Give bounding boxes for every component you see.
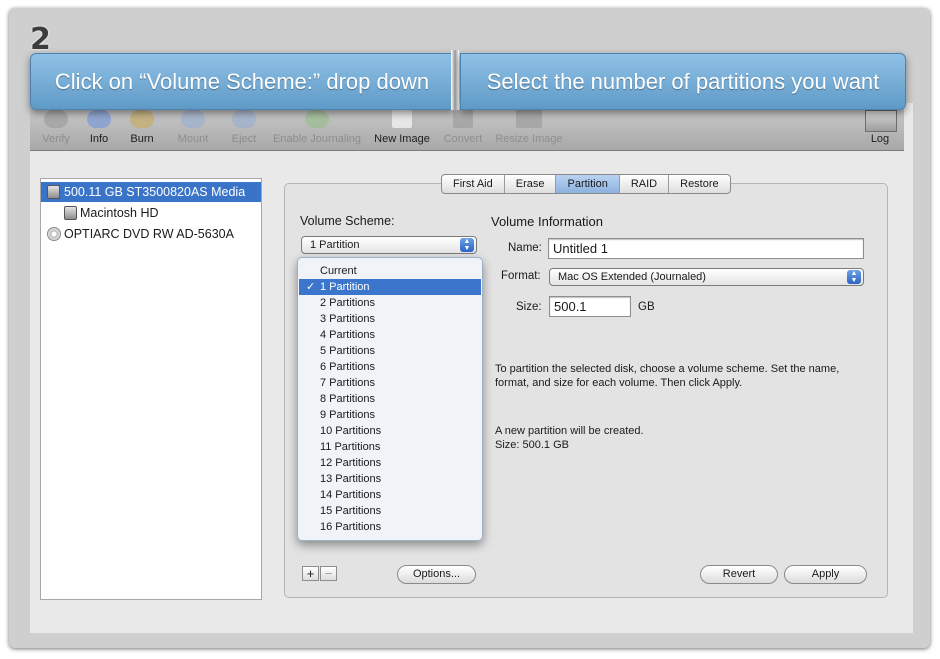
resize-image-icon: [516, 110, 542, 128]
toolbar-eject-button[interactable]: Eject: [226, 108, 262, 150]
menu-item-5-partitions[interactable]: 5 Partitions: [299, 343, 481, 359]
size-label: Size:: [516, 301, 542, 313]
tab-partition[interactable]: Partition: [556, 175, 620, 193]
menu-item-14-partitions[interactable]: 14 Partitions: [299, 487, 481, 503]
chevron-up-down-icon: ▲ ▼: [847, 270, 861, 284]
sidebar-item-label: 500.11 GB ST3500820AS Media: [64, 185, 246, 199]
menu-item-11-partitions[interactable]: 11 Partitions: [299, 439, 481, 455]
dvd-drive-icon: [47, 227, 61, 241]
new-image-icon: [392, 110, 412, 128]
eject-icon: [232, 110, 256, 128]
instruction-banner-right: Select the number of partitions you want: [460, 53, 906, 110]
tab-bar: First Aid Erase Partition RAID Restore: [441, 174, 731, 194]
format-dropdown[interactable]: Mac OS Extended (Journaled) ▲ ▼: [549, 268, 864, 286]
revert-button[interactable]: Revert: [700, 565, 778, 584]
instruction-banner-left: Click on “Volume Scheme:” drop down: [30, 53, 454, 110]
name-field[interactable]: Untitled 1: [548, 238, 864, 259]
tab-raid[interactable]: RAID: [620, 175, 670, 193]
banner-divider: [451, 50, 459, 110]
partition-instructions: To partition the selected disk, choose a…: [495, 363, 840, 389]
hard-disk-icon: [47, 185, 60, 199]
chevron-up-down-icon: ▲ ▼: [460, 238, 474, 252]
sidebar-item-label: OPTIARC DVD RW AD-5630A: [64, 227, 234, 241]
menu-item-current[interactable]: Current: [299, 263, 481, 279]
format-label: Format:: [501, 270, 541, 282]
menu-item-10-partitions[interactable]: 10 Partitions: [299, 423, 481, 439]
checkmark-icon: ✓: [306, 281, 316, 293]
menu-item-16-partitions[interactable]: 16 Partitions: [299, 519, 481, 535]
volume-info-title: Volume Information: [491, 214, 604, 229]
apply-button[interactable]: Apply: [784, 565, 867, 584]
menu-item-9-partitions[interactable]: 9 Partitions: [299, 407, 481, 423]
toolbar-burn-button[interactable]: Burn: [124, 108, 160, 150]
menu-item-12-partitions[interactable]: 12 Partitions: [299, 455, 481, 471]
menu-item-4-partitions[interactable]: 4 Partitions: [299, 327, 481, 343]
toolbar-verify-button[interactable]: Verify: [36, 108, 76, 150]
menu-item-6-partitions[interactable]: 6 Partitions: [299, 359, 481, 375]
sidebar-item-label: Macintosh HD: [80, 206, 159, 220]
log-icon: [865, 110, 897, 132]
volume-scheme-dropdown[interactable]: 1 Partition ▲ ▼: [301, 236, 477, 254]
volume-icon: [64, 206, 77, 220]
tab-restore[interactable]: Restore: [669, 175, 730, 193]
menu-item-13-partitions[interactable]: 13 Partitions: [299, 471, 481, 487]
add-partition-button[interactable]: +: [302, 566, 319, 581]
size-unit: GB: [638, 301, 655, 313]
toolbar-resize-image-button[interactable]: Resize Image: [492, 108, 566, 150]
remove-partition-button[interactable]: −: [320, 566, 337, 581]
step-number: 2: [30, 22, 51, 57]
volume-scheme-menu: Current ✓ 1 Partition 2 Partitions 3 Par…: [297, 257, 483, 541]
toolbar-convert-button[interactable]: Convert: [438, 108, 488, 150]
options-button[interactable]: Options...: [397, 565, 476, 584]
convert-icon: [453, 110, 473, 128]
tab-erase[interactable]: Erase: [505, 175, 557, 193]
info-icon: [87, 110, 111, 128]
name-label: Name:: [508, 242, 542, 254]
toolbar-new-image-button[interactable]: New Image: [370, 108, 434, 150]
burn-icon: [130, 110, 154, 128]
mount-icon: [181, 110, 205, 128]
menu-item-2-partitions[interactable]: 2 Partitions: [299, 295, 481, 311]
sidebar-item-disk[interactable]: 500.11 GB ST3500820AS Media: [41, 182, 261, 202]
volume-scheme-label: Volume Scheme:: [300, 214, 395, 228]
menu-item-1-partition[interactable]: ✓ 1 Partition: [299, 279, 481, 295]
journaling-icon: [305, 110, 329, 128]
menu-item-3-partitions[interactable]: 3 Partitions: [299, 311, 481, 327]
menu-item-8-partitions[interactable]: 8 Partitions: [299, 391, 481, 407]
toolbar-info-button[interactable]: Info: [82, 108, 116, 150]
menu-item-7-partitions[interactable]: 7 Partitions: [299, 375, 481, 391]
partition-summary: A new partition will be created. Size: 5…: [495, 425, 644, 451]
microscope-icon: [44, 110, 68, 128]
sidebar-item-volume[interactable]: Macintosh HD: [41, 203, 261, 223]
toolbar-log-button[interactable]: Log: [860, 108, 900, 150]
toolbar-enable-journaling-button[interactable]: Enable Journaling: [268, 108, 366, 150]
disk-list: 500.11 GB ST3500820AS Media Macintosh HD…: [40, 178, 262, 600]
toolbar: Verify Info Burn Mount Eject Enable Jour…: [30, 108, 904, 151]
tab-first-aid[interactable]: First Aid: [442, 175, 505, 193]
size-field[interactable]: 500.1: [549, 296, 631, 317]
menu-item-15-partitions[interactable]: 15 Partitions: [299, 503, 481, 519]
toolbar-mount-button[interactable]: Mount: [170, 108, 216, 150]
sidebar-item-dvd[interactable]: OPTIARC DVD RW AD-5630A: [41, 224, 261, 244]
